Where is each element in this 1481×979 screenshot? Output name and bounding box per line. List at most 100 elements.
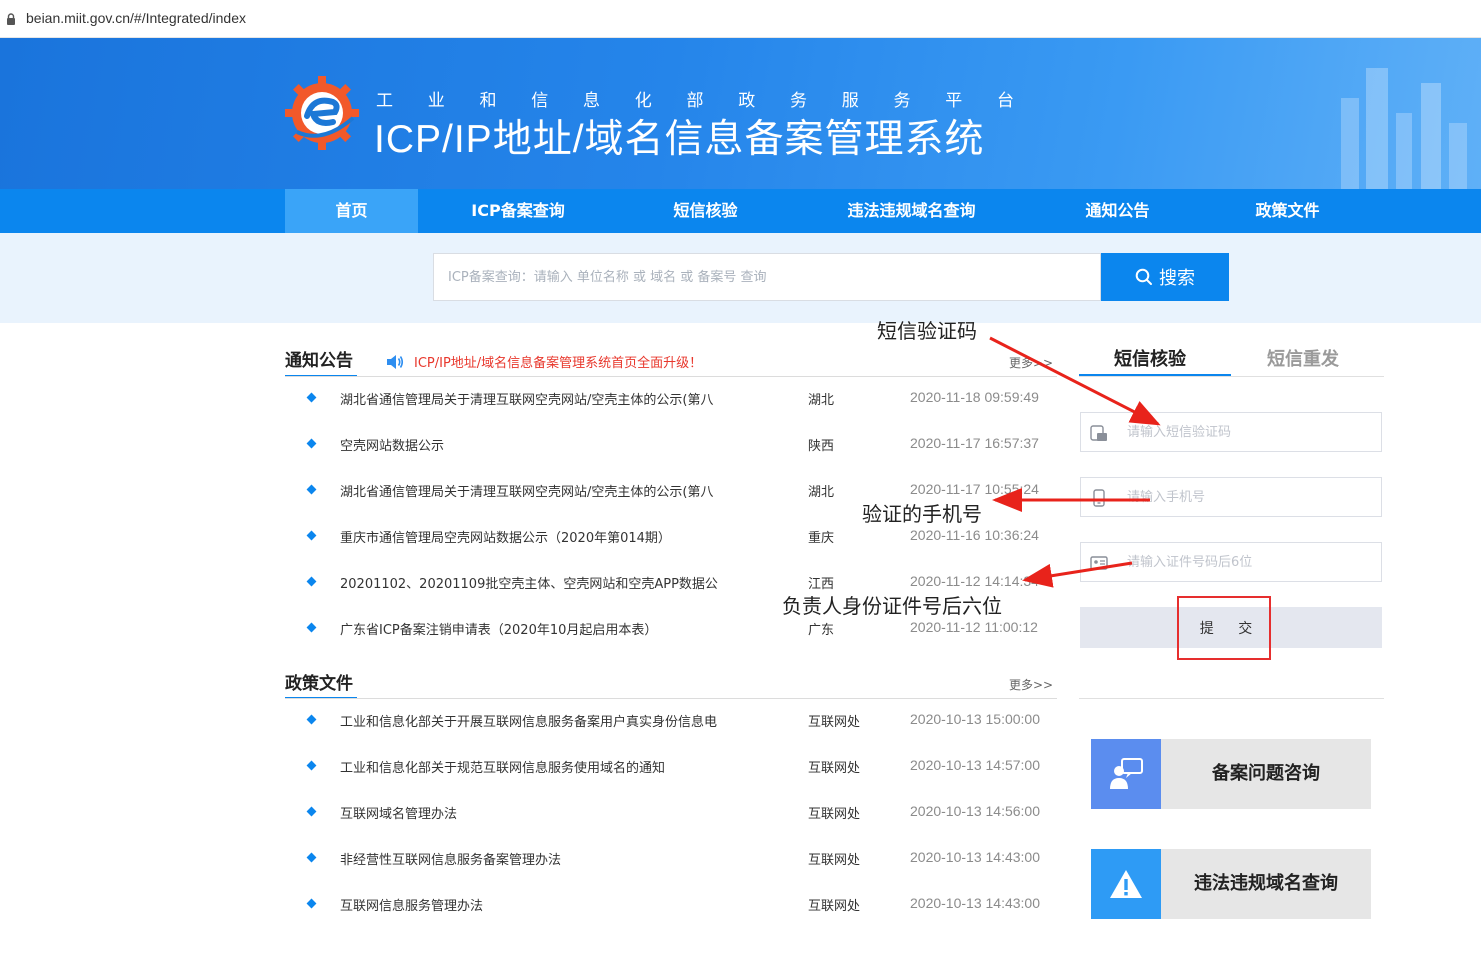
card-illegal-domain-query-label: 违法违规域名查询 xyxy=(1194,873,1338,894)
city-skyline-decoration xyxy=(1341,68,1467,189)
icp-search-input[interactable] xyxy=(433,253,1101,301)
bullet-icon xyxy=(306,530,317,541)
panel-divider xyxy=(1079,698,1384,699)
notice-row[interactable]: 湖北省通信管理局关于清理互联网空壳网站/空壳主体的公示(第八 湖北 2020-11-… xyxy=(285,381,1060,427)
policy-row[interactable]: 互联网域名管理办法 互联网处 2020-10-13 14:56:00 xyxy=(285,795,1060,841)
search-icon xyxy=(1135,268,1152,285)
bullet-icon xyxy=(306,898,317,909)
policy-region: 互联网处 xyxy=(808,899,861,914)
notice-region: 陕西 xyxy=(808,439,835,454)
nav-icp-query[interactable]: ICP备案查询 xyxy=(418,189,618,233)
policy-date: 2020-10-13 15:00:00 xyxy=(910,711,1040,727)
notice-date: 2020-11-18 09:59:49 xyxy=(910,389,1039,405)
notice-announcement-text: ICP/IP地址/域名信息备案管理系统首页全面升级！ xyxy=(414,356,703,371)
policies-divider xyxy=(285,698,1057,699)
notice-date: 2020-11-16 10:36:24 xyxy=(910,527,1039,543)
card-illegal-domain-query[interactable]: 违法违规域名查询 xyxy=(1091,849,1371,919)
bullet-icon xyxy=(306,576,317,587)
tab-sms-verify[interactable]: 短信核验 xyxy=(1114,345,1186,371)
notice-date: 2020-11-17 10:55:24 xyxy=(910,481,1039,497)
search-button[interactable]: 搜索 xyxy=(1101,253,1229,301)
phone-field[interactable] xyxy=(1080,477,1382,517)
phone-icon xyxy=(1093,489,1105,507)
policy-title[interactable]: 互联网信息服务管理办法 xyxy=(340,895,483,914)
notice-title[interactable]: 空壳网站数据公示 xyxy=(340,435,444,454)
notice-announcement[interactable]: ICP/IP地址/域名信息备案管理系统首页全面升级！ xyxy=(386,352,702,371)
miit-logo-icon xyxy=(285,76,359,150)
nav-illegal-domain-query[interactable]: 违法违规域名查询 xyxy=(793,189,1030,233)
card-filing-consultation-label: 备案问题咨询 xyxy=(1212,763,1320,784)
policy-row[interactable]: 工业和信息化部关于开展互联网信息服务备案用户真实身份信息电 互联网处 2020-10… xyxy=(285,703,1060,749)
policy-row[interactable]: 互联网信息服务管理办法 互联网处 2020-10-13 14:43:00 xyxy=(285,887,1060,933)
policy-date: 2020-10-13 14:56:00 xyxy=(910,803,1040,819)
bullet-icon xyxy=(306,760,317,771)
sms-code-icon xyxy=(1090,425,1107,441)
nav-notices[interactable]: 通知公告 xyxy=(1030,189,1205,233)
policy-region: 互联网处 xyxy=(808,761,861,776)
nav-home[interactable]: 首页 xyxy=(285,189,418,233)
main-nav: 首页 ICP备案查询 短信核验 违法违规域名查询 通知公告 政策文件 xyxy=(0,189,1481,233)
notice-title[interactable]: 广东省ICP备案注销申请表（2020年10月起启用本表） xyxy=(340,619,657,638)
header-banner: 工业和信息化部政务服务平台 ICP/IP地址/域名信息备案管理系统 xyxy=(0,38,1481,189)
nav-sms-verify[interactable]: 短信核验 xyxy=(618,189,793,233)
policies-section-title: 政策文件 xyxy=(285,674,353,694)
policy-date: 2020-10-13 14:57:00 xyxy=(910,757,1040,773)
policy-title[interactable]: 非经营性互联网信息服务备案管理办法 xyxy=(340,849,561,868)
policy-date: 2020-10-13 14:43:00 xyxy=(910,849,1040,865)
search-button-label: 搜索 xyxy=(1159,268,1195,289)
subtitle-char: 台 xyxy=(997,91,1016,111)
notices-divider xyxy=(285,376,1057,377)
policy-region: 互联网处 xyxy=(808,853,861,868)
tab-sms-resend[interactable]: 短信重发 xyxy=(1267,345,1339,371)
notice-date: 2020-11-12 14:14:34 xyxy=(910,573,1039,589)
nav-policies[interactable]: 政策文件 xyxy=(1205,189,1370,233)
card-filing-consultation[interactable]: 备案问题咨询 xyxy=(1091,739,1371,809)
notice-region: 湖北 xyxy=(808,393,835,408)
notice-title[interactable]: 20201102、20201109批空壳主体、空壳网站和空壳APP数据公 xyxy=(340,573,718,592)
policy-title[interactable]: 工业和信息化部关于规范互联网信息服务使用域名的通知 xyxy=(340,757,665,776)
notice-row[interactable]: 空壳网站数据公示 陕西 2020-11-17 16:57:37 xyxy=(285,427,1060,473)
bullet-icon xyxy=(306,852,317,863)
policy-title[interactable]: 互联网域名管理办法 xyxy=(340,803,457,822)
policy-row[interactable]: 非经营性互联网信息服务备案管理办法 互联网处 2020-10-13 14:43:00 xyxy=(285,841,1060,887)
id-number-field[interactable] xyxy=(1080,542,1382,582)
lock-icon xyxy=(7,13,15,25)
id-number-input[interactable] xyxy=(1127,543,1377,581)
search-band: 搜索 xyxy=(0,233,1481,323)
notices-section-title: 通知公告 xyxy=(285,351,353,371)
policy-title[interactable]: 工业和信息化部关于开展互联网信息服务备案用户真实身份信息电 xyxy=(340,711,717,730)
phone-input[interactable] xyxy=(1127,478,1377,516)
annotation-id-last6: 负责人身份证件号后六位 xyxy=(782,594,1002,618)
system-title: ICP/IP地址/域名信息备案管理系统 xyxy=(374,118,985,161)
notices-more-link[interactable]: 更多>> xyxy=(1009,354,1053,371)
policy-date: 2020-10-13 14:43:00 xyxy=(910,895,1040,911)
bullet-icon xyxy=(306,714,317,725)
consult-icon xyxy=(1091,739,1161,809)
bullet-icon xyxy=(306,622,317,633)
notice-title[interactable]: 湖北省通信管理局关于清理互联网空壳网站/空壳主体的公示(第八 xyxy=(340,481,713,500)
tab-divider xyxy=(1079,376,1384,377)
url-text: beian.miit.gov.cn/#/Integrated/index xyxy=(26,10,246,26)
notice-date: 2020-11-12 11:00:12 xyxy=(910,619,1038,635)
submit-highlight-box xyxy=(1177,596,1271,660)
browser-url-bar[interactable]: beian.miit.gov.cn/#/Integrated/index xyxy=(0,0,1481,38)
policy-region: 互联网处 xyxy=(808,715,861,730)
notice-region: 重庆 xyxy=(808,531,835,546)
annotation-phone: 验证的手机号 xyxy=(862,502,982,526)
policies-more-link[interactable]: 更多>> xyxy=(1009,676,1053,693)
bullet-icon xyxy=(306,806,317,817)
sms-code-input[interactable] xyxy=(1127,413,1377,451)
notice-region: 湖北 xyxy=(808,485,835,500)
notice-title[interactable]: 湖北省通信管理局关于清理互联网空壳网站/空壳主体的公示(第八 xyxy=(340,389,713,408)
notice-title[interactable]: 重庆市通信管理局空壳网站数据公示（2020年第014期） xyxy=(340,527,671,546)
notice-region: 广东 xyxy=(808,623,835,638)
policy-region: 互联网处 xyxy=(808,807,861,822)
policy-row[interactable]: 工业和信息化部关于规范互联网信息服务使用域名的通知 互联网处 2020-10-13 … xyxy=(285,749,1060,795)
annotation-sms-code: 短信验证码 xyxy=(877,319,977,343)
bullet-icon xyxy=(306,392,317,403)
speaker-icon xyxy=(387,354,404,369)
warning-icon xyxy=(1091,849,1161,919)
id-card-icon xyxy=(1090,556,1108,570)
bullet-icon xyxy=(306,438,317,449)
sms-code-field[interactable] xyxy=(1080,412,1382,452)
